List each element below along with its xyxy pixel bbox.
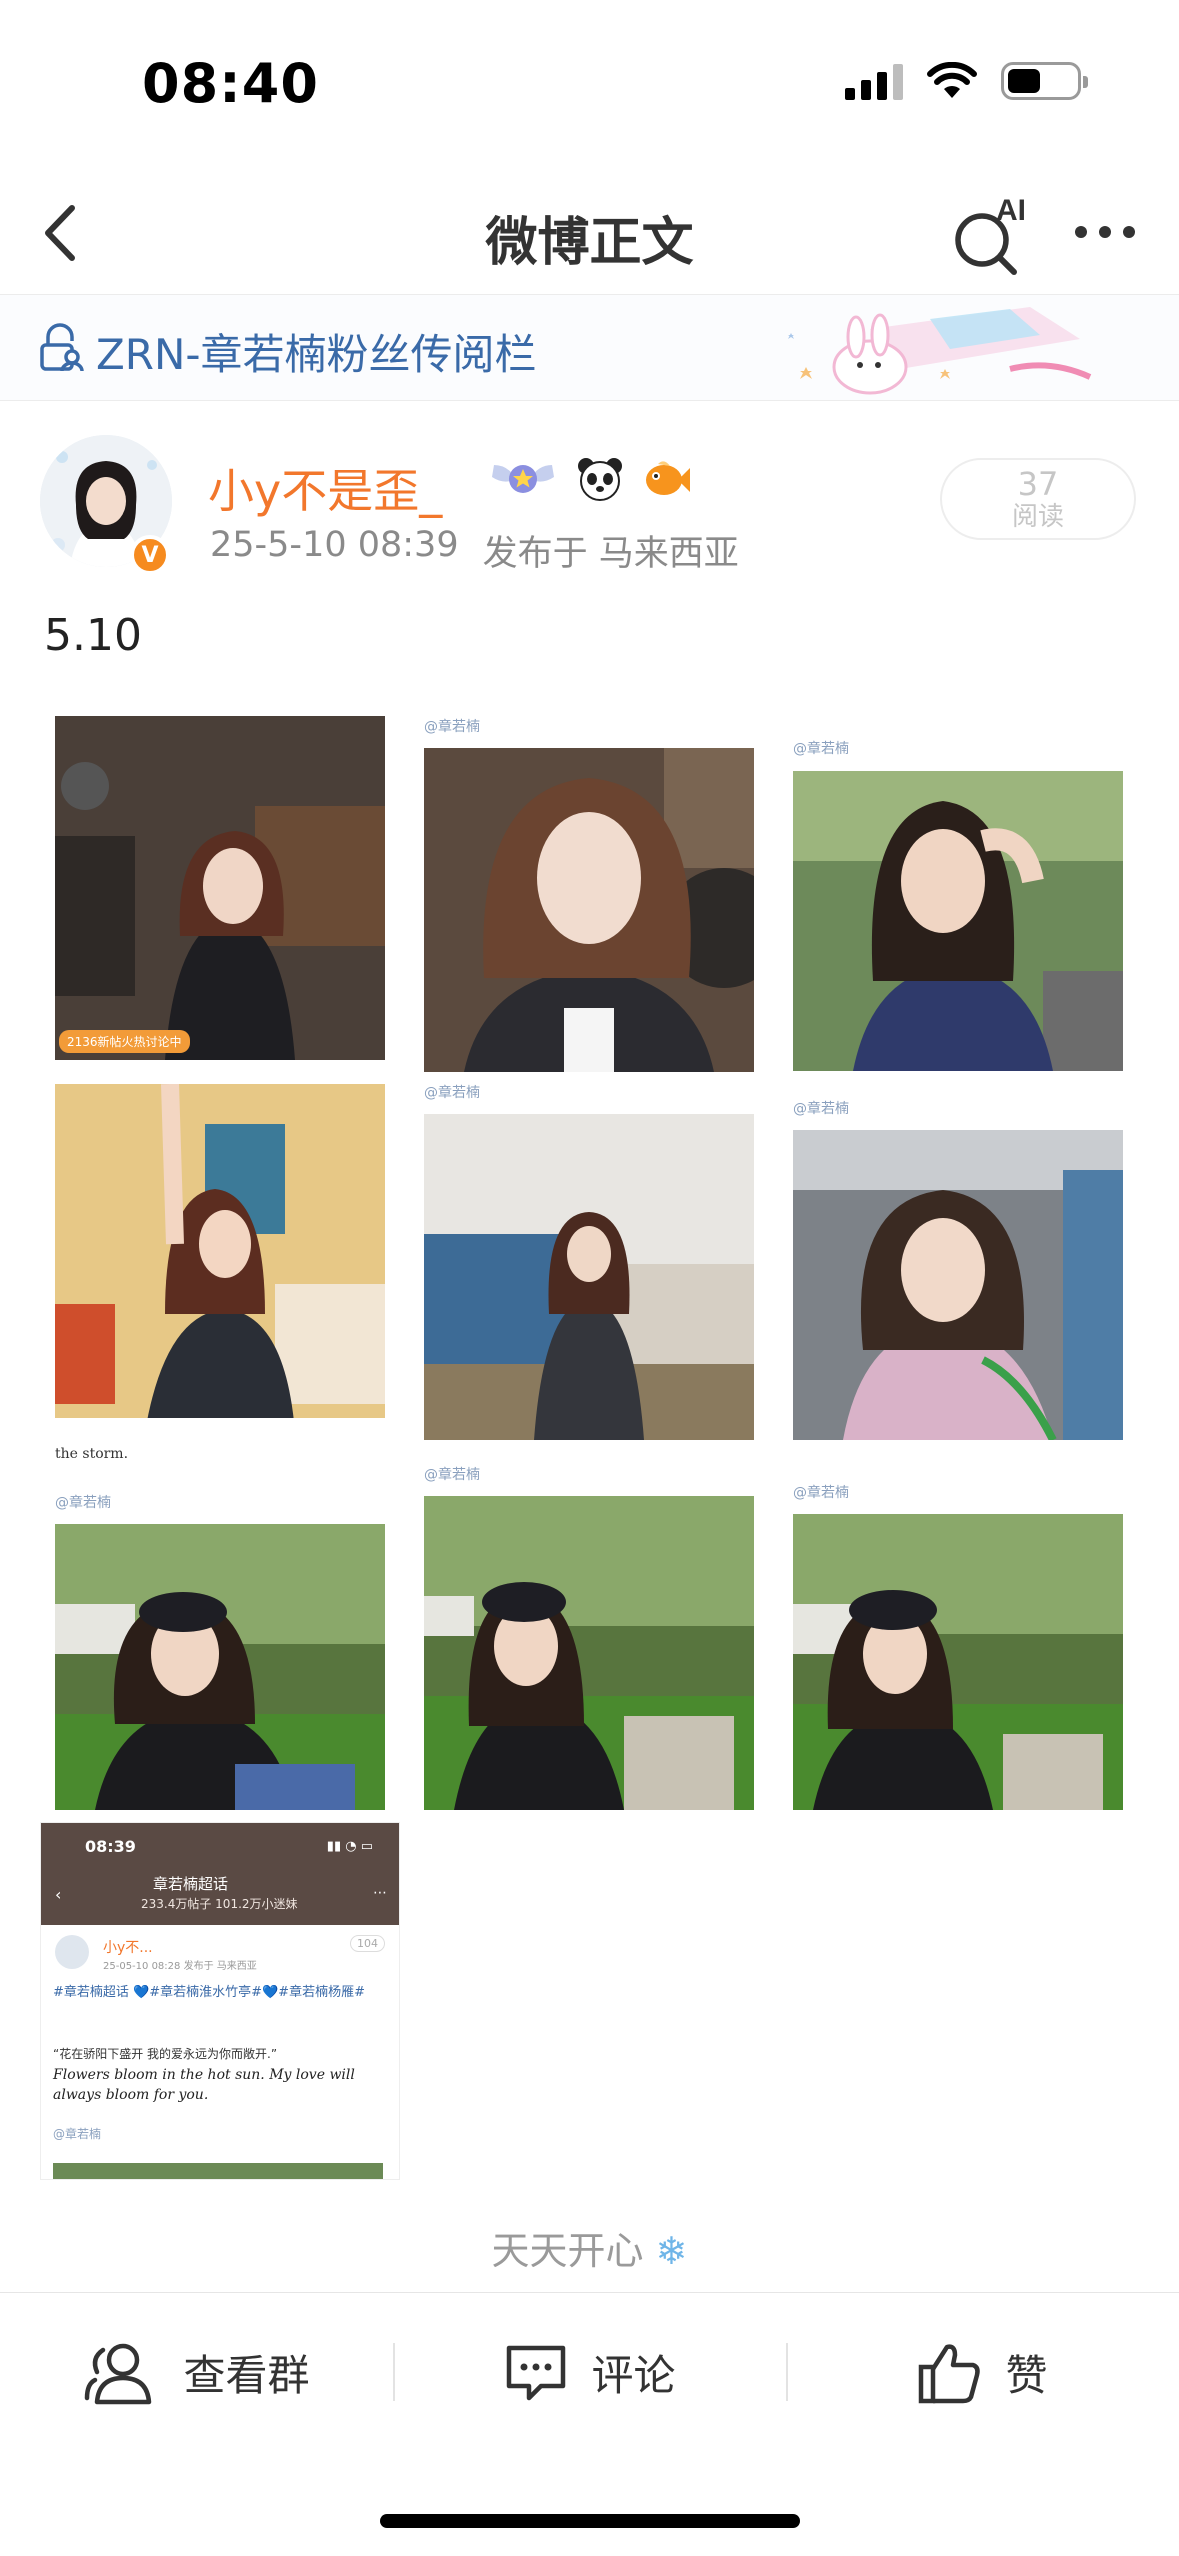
storm-text: the storm.	[55, 1446, 129, 1462]
ai-search-icon[interactable]: AI	[946, 188, 1036, 278]
post-date: 25-5-10 08:39	[210, 525, 459, 565]
bottom-toolbar: 查看群 评论 赞	[0, 2292, 1179, 2452]
shot-status-icons: ▮▮ ◔ ▭	[326, 1839, 373, 1854]
verified-badge: V	[130, 535, 170, 575]
wifi-icon	[927, 62, 977, 98]
shot-user: 小y不...	[103, 1940, 153, 1956]
banner-title: ZRN-章若楠粉丝传阅栏	[96, 330, 537, 379]
home-indicator	[380, 2514, 800, 2528]
status-bar: 08:40	[0, 0, 1179, 170]
wing-medal-icon	[492, 465, 554, 493]
dot-icon	[1075, 226, 1087, 238]
photo-7[interactable]	[55, 1524, 385, 1810]
thumbs-up-icon	[919, 2343, 981, 2403]
status-icons	[845, 62, 1088, 100]
ai-label: AI	[996, 194, 1026, 227]
photo-8[interactable]	[424, 1496, 754, 1810]
like-label: 赞	[1005, 2351, 1048, 2400]
photo-portrait-image	[55, 716, 385, 1060]
read-count-label: 阅读	[1011, 502, 1064, 532]
photo-watermark: @章若楠	[424, 719, 480, 735]
user-name[interactable]: 小y不是歪_	[208, 455, 442, 521]
photo-watermark: @章若楠	[793, 1101, 849, 1117]
view-group-button[interactable]: 查看群	[0, 2293, 393, 2452]
photo-watermark: @章若楠	[424, 1467, 480, 1483]
more-options-button[interactable]	[1060, 200, 1150, 264]
shot-avatar	[55, 1935, 89, 1969]
like-button[interactable]: 赞	[786, 2293, 1179, 2452]
snowflake-icon: ❄	[655, 2229, 688, 2273]
user-badges	[488, 455, 690, 503]
footer-tag: 天天开心 ❄	[0, 2220, 1179, 2275]
nav-bar: 微博正文 AI	[0, 170, 1179, 295]
photo-watermark: @章若楠	[793, 1485, 849, 1501]
shot-count: 104	[350, 1935, 385, 1952]
shot-date: 25-05-10 08:28 发布于 马来西亚	[103, 1961, 257, 1972]
shot-back-icon: ‹	[55, 1885, 62, 1904]
dot-icon	[1123, 226, 1135, 238]
hot-discussion-tag: 2136新帖火热讨论中	[59, 1030, 190, 1053]
shot-subtitle: 233.4万帖子 101.2万小迷妹	[141, 1897, 298, 1911]
view-group-label: 查看群	[183, 2351, 310, 2400]
shot-tags: #章若楠超话 💙#章若楠淮水竹亭#💙#章若楠杨雁#	[53, 1985, 365, 2000]
photo-portrait-image	[793, 1514, 1123, 1810]
screenshot-thumbnail[interactable]: 08:39 ▮▮ ◔ ▭ ‹ 章若楠超话 233.4万帖子 101.2万小迷妹 …	[40, 1822, 400, 2180]
shot-quote-en: Flowers bloom in the hot sun. My love wi…	[53, 2067, 355, 2103]
photo-watermark: @章若楠	[55, 1495, 111, 1511]
shot-at: @章若楠	[53, 2127, 102, 2141]
dot-icon	[1099, 226, 1111, 238]
post-text: 5.10	[44, 610, 142, 661]
comment-icon	[507, 2345, 566, 2400]
photo-5[interactable]	[424, 1114, 754, 1440]
photo-portrait-image	[424, 1496, 754, 1810]
group-icon	[85, 2343, 152, 2404]
bunny-decoration-icon	[788, 307, 1092, 395]
read-count-number: 37	[1017, 465, 1059, 503]
photo-1[interactable]: 2136新帖火热讨论中	[55, 716, 385, 1060]
photo-portrait-image	[793, 1130, 1123, 1440]
shot-quote-cn: “花在骄阳下盛开 我的爱永远为你而敞开.”	[53, 2047, 278, 2061]
shot-time: 08:39	[85, 1837, 136, 1856]
photo-3[interactable]	[793, 771, 1123, 1071]
photo-6[interactable]	[793, 1130, 1123, 1440]
photo-portrait-image	[793, 771, 1123, 1071]
read-count: 37 阅读	[940, 458, 1136, 540]
shot-title: 章若楠超话	[153, 1875, 229, 1893]
shot-header: 08:39 ▮▮ ◔ ▭ ‹ 章若楠超话 233.4万帖子 101.2万小迷妹 …	[41, 1823, 399, 1925]
photo-portrait-image	[424, 1114, 754, 1440]
photo-watermark: @章若楠	[793, 741, 849, 757]
panda-icon	[578, 458, 622, 501]
photo-watermark: @章若楠	[424, 1085, 480, 1101]
post-location: 发布于 马来西亚	[482, 534, 739, 574]
supertopic-banner[interactable]: ZRN-章若楠粉丝传阅栏	[0, 295, 1179, 401]
photo-9[interactable]	[793, 1514, 1123, 1810]
photo-2[interactable]	[424, 748, 754, 1072]
footer-tag-text: 天天开心	[491, 2229, 644, 2273]
shot-image-strip	[53, 2163, 383, 2179]
photo-portrait-image	[424, 748, 754, 1072]
battery-icon	[1001, 62, 1088, 100]
comment-label: 评论	[591, 2351, 676, 2400]
fish-icon	[646, 461, 690, 495]
comment-button[interactable]: 评论	[393, 2293, 786, 2452]
photo-portrait-image	[55, 1524, 385, 1810]
shot-more-icon: ⋯	[373, 1885, 387, 1901]
post-meta: 25-5-10 08:39 发布于 马来西亚	[210, 525, 739, 576]
status-time: 08:40	[142, 52, 319, 115]
lock-user-icon	[40, 323, 84, 372]
cellular-signal-icon	[845, 62, 903, 100]
photo-portrait-image	[55, 1084, 385, 1432]
photo-4[interactable]	[55, 1084, 385, 1432]
